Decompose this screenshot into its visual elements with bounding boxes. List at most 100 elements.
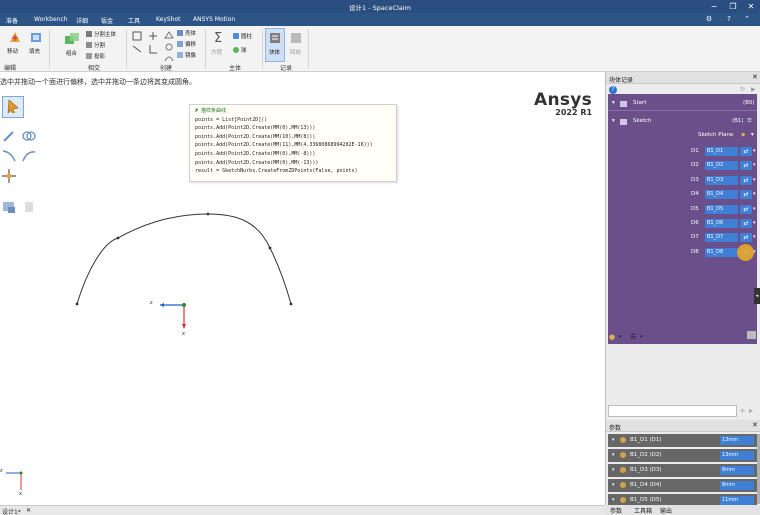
spline-tool[interactable] <box>20 147 38 165</box>
design-tab[interactable]: 设计1* <box>2 507 21 515</box>
layers-tool[interactable] <box>20 198 38 216</box>
spline-point[interactable] <box>289 302 293 306</box>
dropdown-icon[interactable]: ▾ <box>619 334 622 340</box>
menu-detail[interactable]: 详细 <box>76 16 88 25</box>
dropdown-icon[interactable]: ▾ <box>753 162 756 168</box>
panel-close-icon[interactable]: ✕ <box>752 421 758 429</box>
dimension-value[interactable]: B1_D8 <box>705 247 738 257</box>
sketch-menu-icon[interactable]: ☰ <box>747 118 752 124</box>
spline-curve[interactable] <box>76 213 292 305</box>
axis-icon[interactable] <box>148 44 158 54</box>
param-row[interactable]: ▾ B1_D3 (D3) 8mm <box>608 464 757 477</box>
dropdown-icon[interactable]: ▾ <box>753 191 756 197</box>
fill-button[interactable]: 填充 <box>29 47 40 55</box>
dimension-settings-icon[interactable]: ⇄ <box>740 161 752 171</box>
replay-button[interactable]: 回放 <box>290 48 301 56</box>
side-collapse-tab[interactable]: ◂ <box>754 288 760 304</box>
plane-icon[interactable] <box>164 30 174 40</box>
grid-icon[interactable] <box>747 331 756 339</box>
dimension-settings-icon[interactable]: ⇄ <box>740 175 752 185</box>
search-input[interactable] <box>608 405 737 417</box>
expand-icon[interactable]: ▾ <box>612 452 615 458</box>
collapse-icon[interactable]: ▾ <box>612 100 615 106</box>
tab-output[interactable]: 输出 <box>660 506 672 515</box>
menu-ansys-motion[interactable]: ANSYS Motion <box>193 16 235 23</box>
offset-button[interactable]: 偏移 <box>177 40 196 48</box>
menu-keyshot[interactable]: KeyShot <box>156 16 181 23</box>
param-value[interactable]: 8mm <box>720 481 754 490</box>
dimension-value[interactable]: B1_D6 <box>705 219 738 228</box>
dimension-settings-icon[interactable]: ⇄ <box>740 190 752 200</box>
spline-point[interactable] <box>75 302 79 306</box>
refresh-icon[interactable]: ↻ <box>740 86 745 93</box>
point-icon[interactable] <box>148 31 158 41</box>
help-icon[interactable]: ? <box>724 15 734 24</box>
expand-ribbon-icon[interactable]: ⌃ <box>742 15 752 24</box>
tab-params[interactable]: 参数 <box>610 506 622 515</box>
collapse-icon[interactable]: ▾ <box>612 118 615 124</box>
restore-button[interactable]: ❐ <box>727 1 739 12</box>
sphere-button[interactable]: 球 <box>233 46 247 54</box>
combine-button[interactable]: 组合 <box>66 49 77 57</box>
dimension-settings-icon[interactable]: ⇄ <box>740 204 752 214</box>
menu-workbench[interactable]: Workbench <box>34 16 68 23</box>
menu-sheetmetal[interactable]: 钣金 <box>101 16 113 25</box>
expand-icon[interactable]: ▾ <box>612 467 615 473</box>
param-row[interactable]: ▾ B1_D1 (D1) 13mm <box>608 434 757 447</box>
menu-tools[interactable]: 工具 <box>128 16 140 25</box>
play-icon[interactable]: ▶ <box>751 86 756 93</box>
project-button[interactable]: 投影 <box>86 52 105 60</box>
help-icon[interactable]: ? <box>609 86 617 94</box>
param-row[interactable]: ▾ B1_D4 (D4) 8mm <box>608 479 757 492</box>
move-button[interactable]: 移动 <box>7 47 18 55</box>
rectangle-sketch-icon[interactable] <box>132 31 142 41</box>
settings-icon[interactable]: ⚙ <box>704 15 714 24</box>
param-value[interactable]: 13mm <box>720 436 754 445</box>
combine-tool[interactable] <box>20 127 38 145</box>
expand-icon[interactable]: ▾ <box>612 497 615 503</box>
param-value[interactable]: 13mm <box>720 451 754 460</box>
close-button[interactable]: ✕ <box>745 1 757 12</box>
equation-button[interactable]: 方程 <box>211 48 222 56</box>
menu-prepare[interactable]: 准备 <box>6 16 18 25</box>
spline-point[interactable] <box>268 246 272 250</box>
line-icon[interactable] <box>132 44 142 54</box>
origin-point[interactable] <box>182 303 186 307</box>
split-button[interactable]: 分割 <box>86 41 105 49</box>
dimension-value[interactable]: B1_D2 <box>705 161 738 171</box>
spline-point[interactable] <box>206 212 210 216</box>
expand-icon[interactable]: ▾ <box>612 482 615 488</box>
select-tool[interactable] <box>2 96 24 118</box>
pull-tool[interactable] <box>0 127 18 145</box>
dropdown-icon[interactable]: ▾ <box>753 148 756 154</box>
minimize-button[interactable]: − <box>708 1 720 12</box>
origin-icon[interactable] <box>164 42 174 52</box>
group-tool[interactable] <box>0 198 18 216</box>
dimension-value[interactable]: B1_D1 <box>705 147 738 156</box>
cylinder-button[interactable]: 圆柱 <box>233 32 252 40</box>
panel-close-icon[interactable]: ✕ <box>752 73 758 81</box>
dimension-value[interactable]: B1_D5 <box>705 204 738 214</box>
list-icon[interactable]: ☰ <box>630 333 636 341</box>
dimension-settings-icon[interactable]: ⇄ <box>740 233 752 243</box>
dimension-value[interactable]: B1_D7 <box>705 233 738 243</box>
expand-icon[interactable]: ▾ <box>612 437 615 443</box>
move-tool[interactable] <box>0 167 18 185</box>
dimension-value[interactable]: B1_D3 <box>705 175 738 185</box>
dimension-settings-icon[interactable]: ⇄ <box>740 147 752 156</box>
spline-point[interactable] <box>116 236 120 240</box>
dropdown-icon[interactable]: ▾ <box>753 220 756 226</box>
dropdown-icon[interactable]: ▾ <box>640 334 643 340</box>
sketch-plane-icon[interactable]: ◆ <box>741 132 745 138</box>
shell-button[interactable]: 壳体 <box>177 29 196 37</box>
dropdown-icon[interactable]: ▾ <box>753 206 756 212</box>
dropdown-icon[interactable]: ▾ <box>751 132 754 138</box>
close-tab-icon[interactable]: ✕ <box>26 507 31 514</box>
add-icon[interactable]: ● <box>609 333 615 341</box>
add-param-icon[interactable]: + <box>739 406 746 415</box>
dropdown-icon[interactable]: ▾ <box>753 234 756 240</box>
dropdown-icon[interactable]: ▾ <box>753 177 756 183</box>
fillet-tool[interactable] <box>0 147 18 165</box>
arrow-right-icon[interactable]: ▸ <box>749 406 753 415</box>
param-value[interactable]: 11mm <box>720 496 754 505</box>
